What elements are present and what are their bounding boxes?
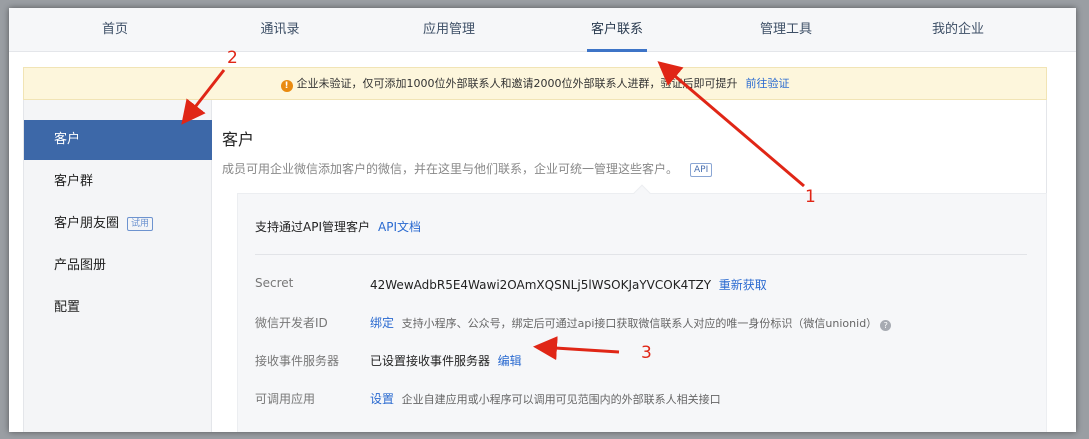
top-nav: 首页 通讯录 应用管理 客户联系 管理工具 我的企业 [9,8,1076,52]
sidebar-item-label: 客户朋友圈 [54,216,120,231]
event-server-status: 已设置接收事件服务器 [370,354,491,368]
annotation-number-3: 3 [641,343,652,363]
sidebar-item-label: 产品图册 [54,258,107,273]
verification-notice: ! 企业未验证，仅可添加1000位外部联系人和邀请2000位外部联系人进群，验证后… [23,67,1047,100]
secret-value: 42WewAdbR5E4Wawi2OAmXQSNLj5lWSOKJaYVCOK4… [370,278,712,292]
api-settings-panel: 支持通过API管理客户 API文档 Secret 42WewAdbR5E4Wawi… [237,184,1047,432]
sidebar-item-product-catalog[interactable]: 产品图册 [24,246,212,286]
page-title: 客户 [222,130,255,149]
api-tag[interactable]: API [690,163,713,177]
divider [255,254,1027,255]
panel-heading: 支持通过API管理客户 API文档 [255,218,421,235]
sidebar-item-customers[interactable]: 客户 [24,120,212,160]
callable-apps-label: 可调用应用 [255,392,316,406]
developer-id-hint: 支持小程序、公众号，绑定后可通过api接口获取微信联系人对应的唯一身份标识（微信… [401,317,878,330]
api-docs-link[interactable]: API文档 [378,220,421,234]
regenerate-secret-link[interactable]: 重新获取 [719,278,767,292]
sidebar-item-customer-groups[interactable]: 客户群 [24,162,212,202]
secret-label: Secret [255,276,294,290]
nav-contacts[interactable]: 通讯录 [225,8,335,52]
event-server-value-group: 已设置接收事件服务器 编辑 [370,352,522,369]
callable-apps-hint: 企业自建应用或小程序可以调用可见范围内的外部联系人相关接口 [401,393,721,406]
panel-heading-text: 支持通过API管理客户 [255,220,370,234]
callable-apps-value-group: 设置 企业自建应用或小程序可以调用可见范围内的外部联系人相关接口 [370,390,721,407]
page-description: 成员可用企业微信添加客户的微信，并在这里与他们联系，企业可统一管理这些客户。 AP… [222,160,713,177]
nav-app-management[interactable]: 应用管理 [394,8,504,52]
sidebar-item-label: 客户 [54,132,81,147]
trial-badge: 试用 [127,217,154,231]
edit-event-server-link[interactable]: 编辑 [498,354,522,368]
sidebar: 客户 客户群 客户朋友圈 试用 产品图册 配置 [24,100,212,432]
notice-text: 企业未验证，仅可添加1000位外部联系人和邀请2000位外部联系人进群，验证后即… [296,77,738,90]
bind-link[interactable]: 绑定 [370,316,394,330]
sidebar-item-label: 配置 [54,300,81,315]
sidebar-item-config[interactable]: 配置 [24,288,212,328]
secret-value-group: 42WewAdbR5E4Wawi2OAmXQSNLj5lWSOKJaYVCOK4… [370,276,767,293]
annotation-number-1: 1 [805,187,816,207]
help-icon[interactable]: ? [880,320,892,331]
description-text: 成员可用企业微信添加客户的微信，并在这里与他们联系，企业可统一管理这些客户。 [222,162,679,176]
nav-my-enterprise[interactable]: 我的企业 [903,8,1013,52]
callable-apps-settings-link[interactable]: 设置 [370,392,394,406]
annotation-number-2: 2 [227,48,238,68]
go-verify-link[interactable]: 前往验证 [746,77,790,90]
developer-id-value-group: 绑定 支持小程序、公众号，绑定后可通过api接口获取微信联系人对应的唯一身份标识… [370,314,892,331]
warning-icon: ! [280,80,293,92]
nav-customer-contact[interactable]: 客户联系 [562,8,672,52]
nav-home[interactable]: 首页 [60,8,170,52]
event-server-label: 接收事件服务器 [255,354,340,368]
nav-management-tools[interactable]: 管理工具 [731,8,841,52]
active-tab-indicator [587,49,647,52]
nav-customer-contact-label: 客户联系 [590,22,643,37]
sidebar-item-moments[interactable]: 客户朋友圈 试用 [24,204,212,244]
developer-id-label: 微信开发者ID [255,316,328,330]
app-window: 首页 通讯录 应用管理 客户联系 管理工具 我的企业 ! 企业未验证，仅可添加10… [9,8,1076,432]
sidebar-item-label: 客户群 [54,174,94,189]
